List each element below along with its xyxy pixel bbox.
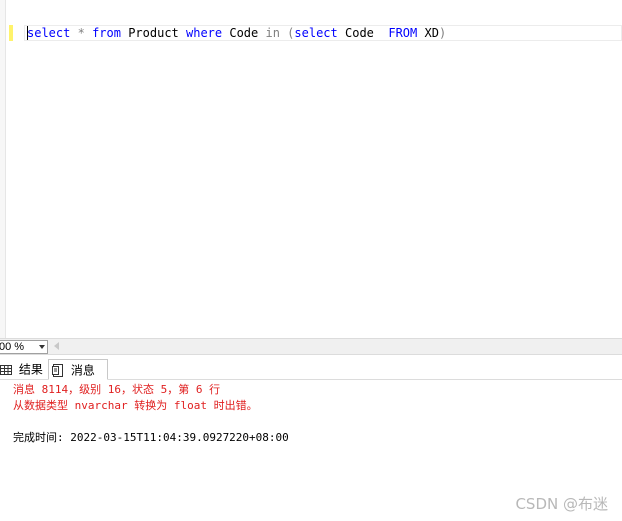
sql-token-keyword: from [92,26,121,40]
tab-messages-label: 消息 [70,363,95,378]
change-indicator [9,25,13,41]
sql-token-plain: Code [222,26,266,40]
sql-token-keyword: where [186,26,223,40]
sql-token-operator: in [265,26,280,40]
chevron-down-icon [39,345,45,349]
sql-token-keyword: select [294,26,338,40]
sql-token-keyword: FROM [388,26,418,40]
sql-token-operator: * [77,26,85,40]
error-message-header: 消息 8114，级别 16，状态 5，第 6 行 [13,383,221,396]
sql-token-plain [70,26,77,40]
sql-token-plain: Code [337,26,389,40]
editor-gutter [0,0,6,338]
message-document-icon [52,364,63,377]
tab-messages[interactable]: 消息 [48,359,108,380]
zoom-bar: 00 % [0,338,622,355]
zoom-value: 00 % [0,341,25,353]
text-cursor [27,26,28,40]
watermark: CSDN @布迷 [515,495,608,513]
grid-icon [0,364,12,375]
completion-time: 完成时间: 2022-03-15T11:04:39.0927220+08:00 [13,431,289,444]
tab-results[interactable]: 结果 [0,359,46,380]
error-message-detail: 从数据类型 nvarchar 转换为 float 时出错。 [13,399,258,412]
sql-token-keyword: select [27,26,71,40]
sql-token-plain: Product [120,26,186,40]
zoom-dropdown[interactable]: 00 % [0,340,48,354]
sql-token-plain [85,26,92,40]
query-editor[interactable]: select * from Product where Code in (sel… [0,0,622,338]
sql-token-plain: XD [417,26,439,40]
tab-results-label: 结果 [18,362,43,377]
messages-pane[interactable]: 消息 8114，级别 16，状态 5，第 6 行 从数据类型 nvarchar … [0,380,622,521]
scroll-left-arrow-icon[interactable] [54,342,59,350]
results-tab-bar: 结果 消息 [0,359,622,380]
sql-token-operator: ) [438,26,447,40]
sql-query-text[interactable]: select * from Product where Code in (sel… [27,26,446,40]
